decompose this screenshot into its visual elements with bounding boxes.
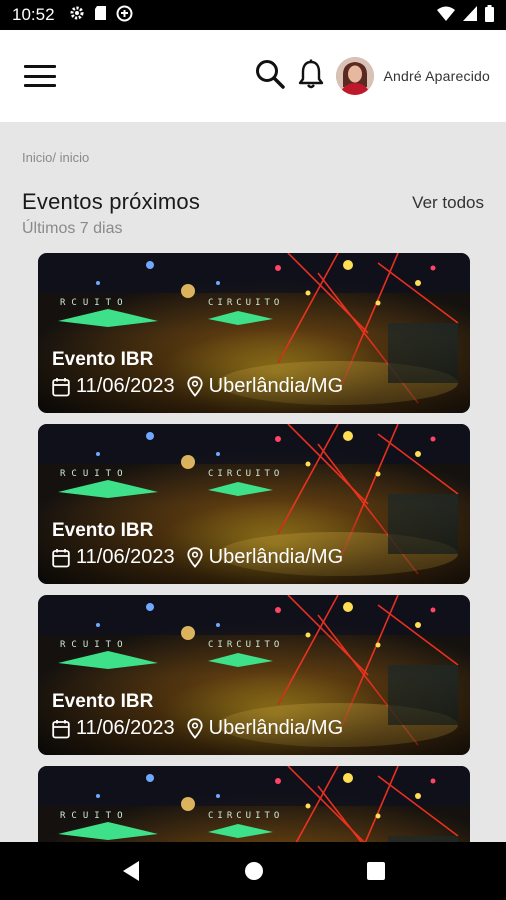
avatar[interactable] <box>336 57 375 95</box>
signal-icon <box>463 5 477 25</box>
event-date: 11/06/2023 <box>76 717 175 739</box>
system-nav-bar <box>0 842 506 900</box>
svg-text:CIRCUITO: CIRCUITO <box>208 640 283 650</box>
section-subtitle: Últimos 7 dias <box>22 220 123 237</box>
location-pin-icon <box>187 376 203 397</box>
battery-icon <box>485 4 494 26</box>
event-banner-image: RCUITO CIRCUITO <box>38 766 470 842</box>
svg-text:CIRCUITO: CIRCUITO <box>208 298 283 308</box>
svg-text:RCUITO: RCUITO <box>60 640 129 650</box>
event-title: Evento IBR <box>52 691 154 712</box>
calendar-icon <box>52 377 70 397</box>
event-title: Evento IBR <box>52 349 154 370</box>
status-time: 10:52 <box>12 5 55 24</box>
home-icon[interactable] <box>244 861 264 881</box>
svg-text:RCUITO: RCUITO <box>60 298 129 308</box>
svg-text:RCUITO: RCUITO <box>60 469 129 479</box>
menu-icon[interactable] <box>24 65 56 87</box>
svg-text:CIRCUITO: CIRCUITO <box>208 811 283 821</box>
event-date: 11/06/2023 <box>76 375 175 397</box>
event-card[interactable]: RCUITO CIRCUITO Evento IBR 11/06/2023 Ub… <box>38 424 470 584</box>
event-title: Evento IBR <box>52 520 154 541</box>
sd-card-icon <box>94 5 107 25</box>
calendar-icon <box>52 548 70 568</box>
section-title: Eventos próximos <box>22 189 201 214</box>
event-card[interactable]: RCUITO CIRCUITO Evento IBR 11/06/2023 Ub… <box>38 595 470 755</box>
breadcrumb: Inicio/ inicio <box>22 150 90 165</box>
event-location: Uberlândia/MG <box>208 375 344 397</box>
data-saver-icon <box>116 5 133 26</box>
event-location: Uberlândia/MG <box>208 717 344 739</box>
event-list: RCUITO CIRCUITO Evento IBR 11/06/2023 Ub… <box>38 253 470 842</box>
event-location: Uberlândia/MG <box>208 546 344 568</box>
see-all-link[interactable]: Ver todos <box>412 193 484 213</box>
location-pin-icon <box>187 718 203 739</box>
bell-icon[interactable] <box>298 58 324 94</box>
gear-icon <box>69 5 85 25</box>
recents-icon[interactable] <box>366 862 385 880</box>
status-bar: 10:52 <box>0 0 506 30</box>
event-date: 11/06/2023 <box>76 546 175 568</box>
search-icon[interactable] <box>254 58 286 94</box>
calendar-icon <box>52 719 70 739</box>
user-name[interactable]: André Aparecido <box>383 68 490 84</box>
back-icon[interactable] <box>121 860 141 882</box>
location-pin-icon <box>187 547 203 568</box>
event-card[interactable]: RCUITO CIRCUITO <box>38 766 470 842</box>
wifi-icon <box>437 6 455 25</box>
svg-text:CIRCUITO: CIRCUITO <box>208 469 283 479</box>
event-card[interactable]: RCUITO CIRCUITO Evento IBR 11/06/2023 Ub… <box>38 253 470 413</box>
app-bar: André Aparecido <box>0 30 506 122</box>
svg-text:RCUITO: RCUITO <box>60 811 129 821</box>
